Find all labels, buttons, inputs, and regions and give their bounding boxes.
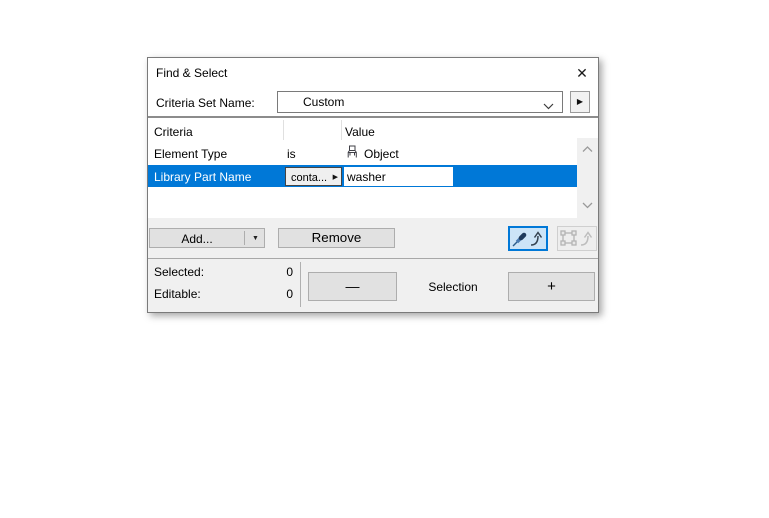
apply-to-marquee-button <box>557 226 597 251</box>
dialog-title: Find & Select <box>156 66 228 80</box>
curved-arrow-icon <box>530 231 543 246</box>
chevron-down-icon <box>543 99 554 113</box>
column-divider <box>341 120 342 140</box>
value-text-input[interactable] <box>344 167 453 186</box>
row2-criteria-cell[interactable]: Library Part Name <box>154 170 251 184</box>
column-header-criteria[interactable]: Criteria <box>154 125 193 139</box>
row1-criteria-cell[interactable]: Element Type <box>154 147 227 161</box>
find-select-dialog: Find & Select ✕ Criteria Set Name: Custo… <box>147 57 599 313</box>
scroll-up-icon[interactable] <box>577 142 598 158</box>
selection-label: Selection <box>428 280 478 294</box>
add-dropdown-icon[interactable]: ▼ <box>246 230 265 248</box>
operator-text: conta... <box>291 171 328 184</box>
flyout-right-icon: ▶ <box>576 97 584 106</box>
scroll-down-icon[interactable] <box>577 198 598 214</box>
close-icon[interactable]: ✕ <box>572 63 592 83</box>
operator-dropdown-button[interactable]: conta... ▶ <box>285 167 342 186</box>
table-scrollbar[interactable] <box>577 138 598 218</box>
operator-more-icon: ▶ <box>332 173 338 181</box>
row1-value-cell[interactable]: Object <box>364 147 399 161</box>
remove-button[interactable]: Remove <box>278 228 395 248</box>
select-plus-button[interactable]: + <box>508 272 595 301</box>
eyedropper-icon <box>512 232 527 247</box>
criteria-set-name-label: Criteria Set Name: <box>156 96 255 110</box>
criteria-set-flyout-button[interactable]: ▶ <box>570 91 590 113</box>
curved-arrow-icon <box>580 231 593 246</box>
add-split-button[interactable]: Add... ▼ <box>149 228 265 248</box>
selected-count: 0 <box>286 265 293 279</box>
split-divider <box>244 231 245 245</box>
pick-up-settings-button[interactable] <box>508 226 548 251</box>
add-button-label[interactable]: Add... <box>150 230 244 248</box>
deselect-minus-button[interactable]: — <box>308 272 397 301</box>
editable-count: 0 <box>286 287 293 301</box>
column-header-value[interactable]: Value <box>345 125 375 139</box>
row1-operator-cell[interactable]: is <box>287 147 296 161</box>
separator <box>148 258 598 259</box>
object-chair-icon <box>345 145 359 162</box>
marquee-icon <box>560 230 577 246</box>
criteria-set-combobox[interactable]: Custom <box>277 91 563 113</box>
criteria-set-value: Custom <box>303 95 345 109</box>
column-divider <box>283 120 284 140</box>
footer-divider <box>300 262 301 307</box>
